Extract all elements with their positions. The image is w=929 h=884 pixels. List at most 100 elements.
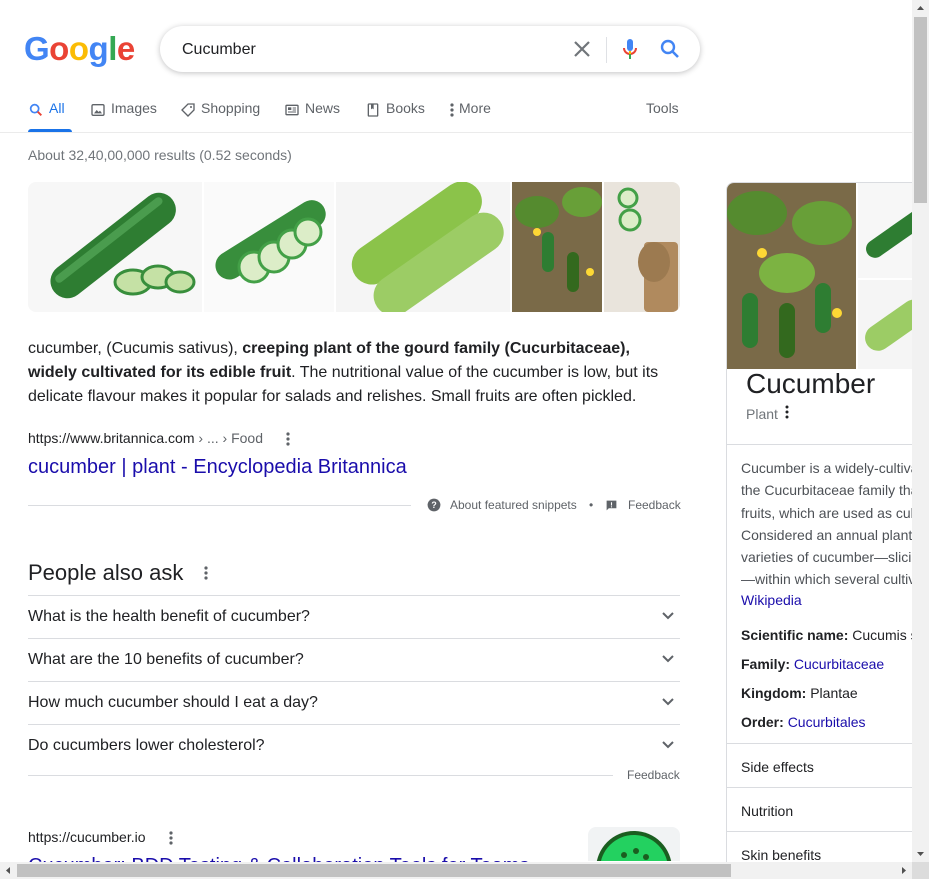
kp-row-side-effects[interactable]: Side effects	[726, 743, 912, 788]
image-strip	[28, 182, 680, 312]
tab-news[interactable]: News	[284, 100, 340, 132]
vertical-scroll-thumb[interactable]	[914, 17, 927, 203]
scroll-down-button[interactable]	[912, 845, 929, 862]
description-line: —within which several cultivars	[741, 571, 912, 588]
tab-more[interactable]: More	[448, 100, 491, 132]
tab-shopping[interactable]: Shopping	[180, 100, 260, 132]
cucumber-image-1[interactable]	[28, 182, 202, 312]
tag-icon	[181, 103, 195, 117]
tab-label: Images	[111, 100, 157, 116]
scroll-left-button[interactable]	[0, 862, 17, 879]
fact-family: Family: Cucurbitaceae	[741, 656, 912, 672]
fact-label: Scientific name:	[741, 627, 853, 643]
vertical-dots-icon	[204, 566, 208, 580]
result2-title-link[interactable]: Cucumber: BDD Testing & Collaboration To…	[28, 852, 588, 862]
image-icon	[91, 104, 105, 116]
search-button[interactable]	[658, 37, 682, 61]
header-divider	[0, 132, 912, 133]
kp-row-label: Skin benefits	[741, 847, 822, 863]
fact-label: Kingdom:	[741, 685, 811, 701]
fact-value-link[interactable]: Cucurbitaceae	[794, 656, 884, 672]
tab-images[interactable]: Images	[90, 100, 157, 132]
cite-path: › ... › Food	[194, 430, 263, 446]
search-divider	[606, 37, 607, 63]
tab-label: News	[305, 100, 341, 116]
description-line: Considered an annual plant,	[741, 526, 912, 543]
search-icon	[29, 103, 42, 116]
paa-menu-button[interactable]	[200, 563, 212, 583]
svg-text:?: ?	[431, 500, 436, 510]
clear-search-button[interactable]	[570, 37, 594, 61]
search-tabs: All Images Shopping News Books More Tool…	[28, 100, 680, 132]
fact-order: Order: Cucurbitales	[741, 714, 912, 730]
scroll-right-button[interactable]	[895, 862, 912, 879]
paa-question[interactable]: How much cucumber should I eat a day?	[28, 681, 680, 724]
tools-button[interactable]: Tools	[646, 100, 679, 132]
paa-feedback-link[interactable]: Feedback	[627, 768, 680, 782]
result-menu-button[interactable]	[282, 430, 294, 451]
fact-value: Plantae	[810, 685, 858, 701]
tab-books[interactable]: Books	[365, 100, 425, 132]
fact-scientific-name: Scientific name: Cucumis sativus	[741, 627, 912, 643]
kp-row-nutrition[interactable]: Nutrition	[726, 787, 912, 832]
cucumber-image-2[interactable]	[204, 182, 334, 312]
snippet-feedback-link[interactable]: Feedback	[605, 498, 681, 512]
close-icon	[574, 41, 590, 57]
fact-label: Family:	[741, 656, 794, 672]
chevron-down-icon	[662, 698, 674, 706]
chevron-down-icon	[662, 612, 674, 620]
wikipedia-link[interactable]: Wikipedia	[741, 592, 802, 608]
tab-all[interactable]: All	[28, 100, 65, 132]
kp-row-skin-benefits[interactable]: Skin benefits	[726, 831, 912, 863]
fact-value-link[interactable]: Cucurbitales	[788, 714, 866, 730]
cucumber-image-3[interactable]	[336, 182, 510, 312]
result2-menu-button[interactable]	[165, 829, 177, 847]
cucumber-illustration	[50, 192, 196, 299]
cucumber-image-4[interactable]	[512, 182, 602, 312]
result2-cite: https://cucumber.io	[28, 829, 146, 845]
paa-question-text: What is the health benefit of cucumber?	[28, 608, 310, 625]
about-featured-snippets-link[interactable]: ? About featured snippets	[427, 498, 577, 512]
logo-letter: e	[116, 30, 135, 67]
microphone-icon	[623, 39, 637, 59]
logo-letter: o	[68, 30, 89, 67]
search-input[interactable]	[180, 36, 554, 64]
cucumber-image-5[interactable]	[604, 182, 680, 312]
chevron-down-icon	[662, 741, 674, 749]
arrow-up-icon	[917, 6, 924, 10]
description-line: varieties of cucumber—slicing,	[741, 549, 912, 566]
search-icon	[660, 39, 679, 58]
result-title-link[interactable]: cucumber | plant - Encyclopedia Britanni…	[28, 456, 407, 479]
paa-question[interactable]: What is the health benefit of cucumber?	[28, 595, 680, 638]
kp-row-label: Side effects	[741, 759, 814, 775]
tab-label: More	[459, 100, 491, 116]
fact-label: Order:	[741, 714, 788, 730]
horizontal-scroll-thumb[interactable]	[17, 864, 731, 877]
scrollbar-corner	[912, 862, 929, 879]
snippet-cite: https://www.britannica.com › ... › Food	[28, 430, 263, 446]
knowledge-panel-description: Cucumber is a widely-cultivated the Cucu…	[741, 457, 912, 591]
book-icon	[367, 103, 379, 117]
knowledge-panel-menu-button[interactable]	[782, 404, 792, 420]
paa-question[interactable]: What are the 10 benefits of cucumber?	[28, 638, 680, 681]
knowledge-panel-images[interactable]	[727, 183, 913, 369]
arrow-left-icon	[6, 867, 10, 874]
cite-domain: https://www.britannica.com	[28, 430, 195, 446]
paa-question-text: What are the 10 benefits of cucumber?	[28, 651, 304, 668]
voice-search-button[interactable]	[618, 37, 642, 61]
google-logo[interactable]: Google	[24, 30, 135, 68]
logo-letter: g	[88, 30, 109, 67]
vertical-dots-icon	[169, 831, 173, 845]
logo-letter: l	[108, 30, 117, 67]
feedback-label: Feedback	[628, 498, 681, 512]
arrow-down-icon	[917, 852, 924, 856]
separator-dot: •	[589, 498, 594, 512]
logo-letter: G	[24, 30, 50, 67]
result2-thumbnail[interactable]	[588, 827, 680, 861]
knowledge-panel-divider	[726, 444, 912, 445]
scroll-up-button[interactable]	[912, 0, 929, 17]
tools-label: Tools	[646, 100, 679, 116]
paa-question-text: Do cucumbers lower cholesterol?	[28, 737, 265, 754]
paa-question[interactable]: Do cucumbers lower cholesterol?	[28, 724, 680, 767]
vertical-dots-icon	[286, 432, 290, 446]
